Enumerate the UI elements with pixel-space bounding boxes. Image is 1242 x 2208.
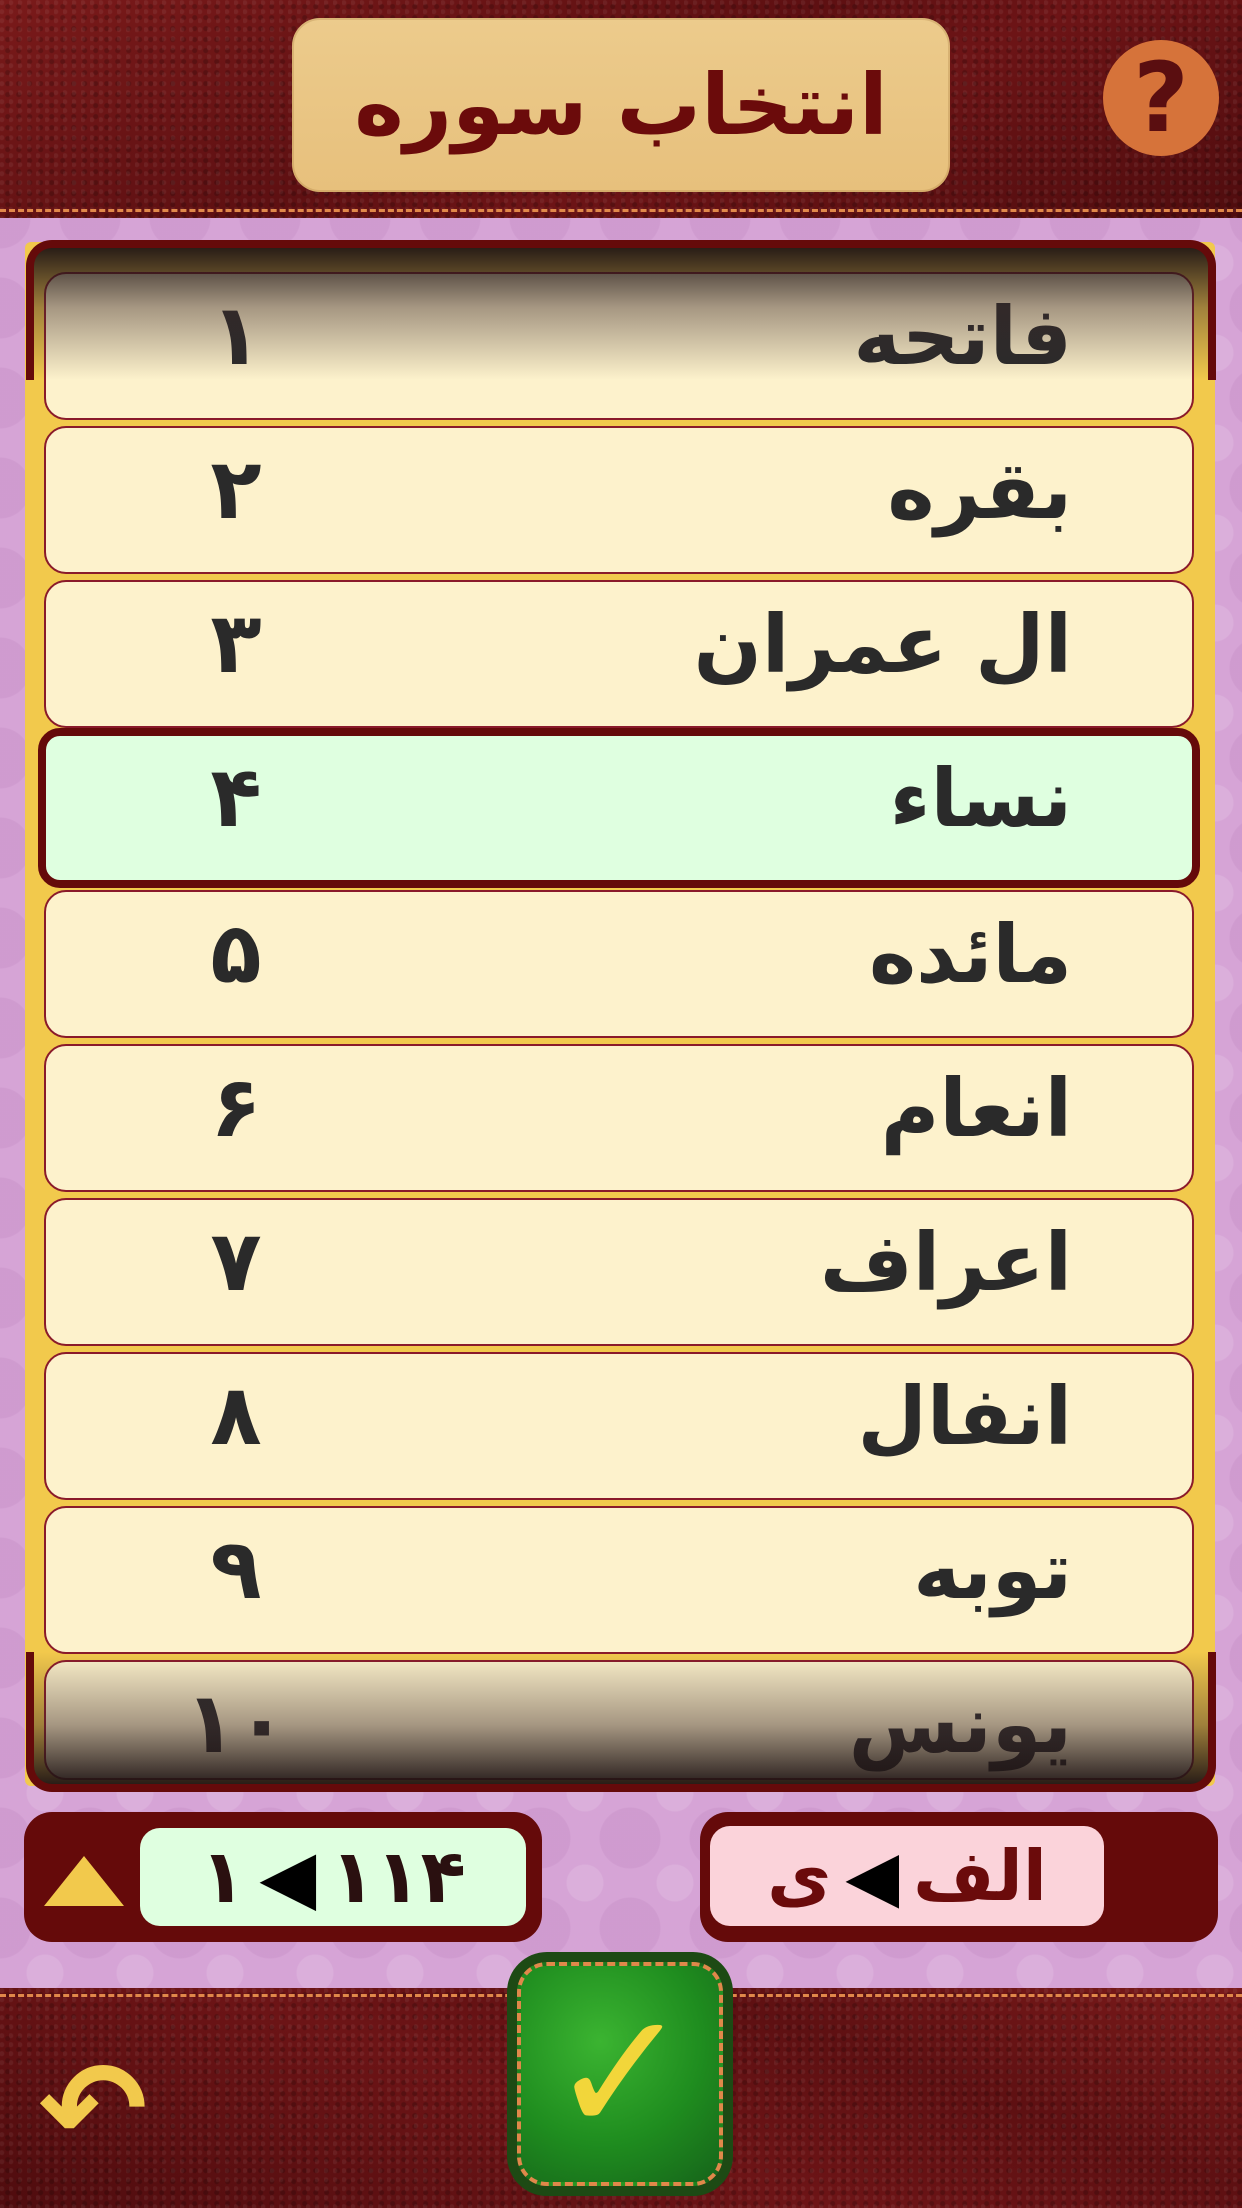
surah-name: مائده bbox=[868, 908, 1072, 1001]
arrow-left-icon: ◀ bbox=[845, 1835, 900, 1917]
page-title: انتخاب سوره bbox=[354, 56, 888, 154]
surah-number: ۶ bbox=[210, 1058, 262, 1156]
surah-name: بقره bbox=[887, 444, 1072, 537]
surah-name: توبه bbox=[913, 1524, 1072, 1617]
list-item[interactable]: انعام ۶ bbox=[44, 1044, 1194, 1192]
surah-number: ۲ bbox=[210, 440, 262, 538]
help-button[interactable]: ? bbox=[1103, 40, 1219, 156]
list-item-selected[interactable]: نساء ۴ bbox=[38, 728, 1200, 888]
surah-name: یونس bbox=[848, 1678, 1072, 1771]
list-item[interactable]: توبه ۹ bbox=[44, 1506, 1194, 1654]
surah-number: ۸ bbox=[210, 1366, 262, 1464]
range-to: ۱۱۴ bbox=[330, 1834, 466, 1920]
confirm-button[interactable]: ✓ bbox=[507, 1952, 733, 2196]
title-plate: انتخاب سوره bbox=[292, 18, 950, 192]
list-item[interactable]: انفال ۸ bbox=[44, 1352, 1194, 1500]
surah-number: ۱۰ bbox=[184, 1674, 288, 1772]
back-arrow-icon: ↶ bbox=[38, 2033, 148, 2185]
list-item[interactable]: بقره ۲ bbox=[44, 426, 1194, 574]
list-item[interactable]: مائده ۵ bbox=[44, 890, 1194, 1038]
list-item[interactable]: اعراف ۷ bbox=[44, 1198, 1194, 1346]
range-from: ۱ bbox=[200, 1834, 246, 1920]
list-item[interactable]: یونس ۱۰ bbox=[44, 1660, 1194, 1780]
alphabetic-sort-button[interactable]: ی ◀ الف bbox=[700, 1812, 1218, 1942]
back-button[interactable]: ↶ bbox=[28, 2044, 158, 2174]
alpha-from: الف bbox=[913, 1835, 1047, 1917]
list-item[interactable]: ال عمران ۳ bbox=[44, 580, 1194, 728]
numeric-sort-button[interactable]: ۱ ◀ ۱۱۴ bbox=[24, 1812, 542, 1942]
surah-number: ۹ bbox=[210, 1520, 262, 1618]
surah-number: ۷ bbox=[210, 1212, 262, 1310]
alpha-to: ی bbox=[767, 1835, 832, 1917]
question-mark-icon: ? bbox=[1133, 42, 1189, 154]
header-bar: انتخاب سوره ? bbox=[0, 0, 1242, 218]
surah-number: ۵ bbox=[210, 904, 262, 1002]
surah-name: انعام bbox=[880, 1062, 1072, 1155]
list-item[interactable]: فاتحه ۱ bbox=[44, 272, 1194, 420]
surah-name: نساء bbox=[889, 752, 1072, 845]
main-area: فاتحه ۱ بقره ۲ ال عمران ۳ نساء ۴ مائده ۵… bbox=[0, 218, 1242, 1988]
surah-name: فاتحه bbox=[853, 290, 1072, 383]
alpha-range-label: ی ◀ الف bbox=[710, 1826, 1104, 1926]
surah-name: ال عمران bbox=[693, 598, 1072, 691]
checkmark-icon: ✓ bbox=[548, 1975, 692, 2173]
confirm-button-face: ✓ bbox=[517, 1962, 723, 2186]
sort-up-triangle-icon bbox=[44, 1856, 124, 1906]
surah-number: ۳ bbox=[210, 594, 262, 692]
surah-name: اعراف bbox=[819, 1216, 1072, 1309]
arrow-left-icon: ◀ bbox=[259, 1834, 317, 1920]
surah-number: ۴ bbox=[210, 748, 262, 846]
surah-name: انفال bbox=[857, 1370, 1073, 1463]
surah-number: ۱ bbox=[210, 286, 262, 384]
numeric-range-label: ۱ ◀ ۱۱۴ bbox=[140, 1828, 526, 1926]
